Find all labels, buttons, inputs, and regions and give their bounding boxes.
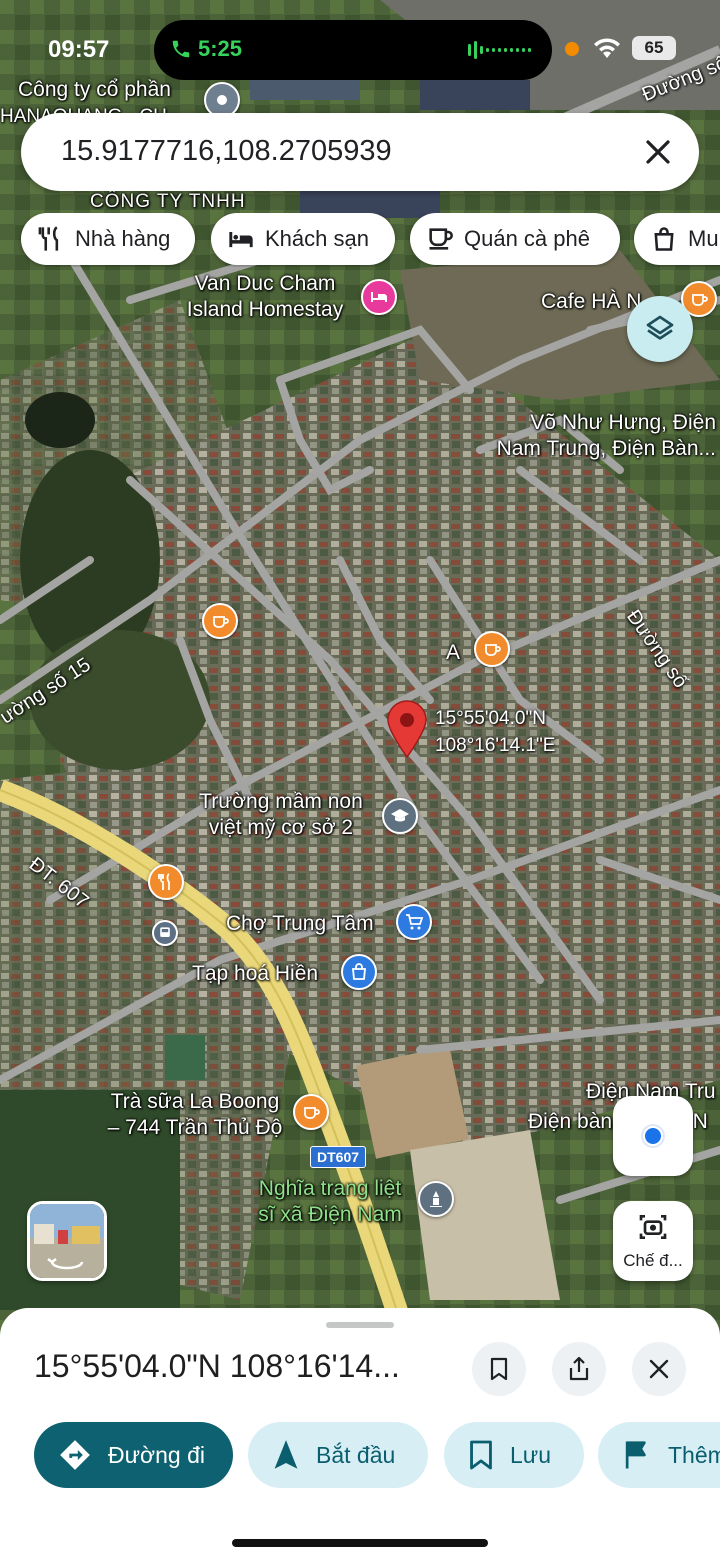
memorial-marker-icon[interactable] xyxy=(418,1181,454,1217)
coffee-cup-icon xyxy=(213,616,229,628)
directions-icon xyxy=(60,1440,90,1470)
shopping-cart-marker-icon[interactable] xyxy=(396,904,432,940)
audio-waveform-icon xyxy=(468,41,531,59)
chip-label: Mu xyxy=(688,226,719,251)
coffee-icon xyxy=(429,228,453,250)
recording-indicator xyxy=(565,42,579,56)
map-label-cho-trung-tam[interactable]: Chợ Trung Tâm xyxy=(226,911,374,937)
coffee-cup-icon xyxy=(485,644,501,656)
search-query[interactable]: 15.9177716,108.2705939 xyxy=(61,135,392,168)
route-shield-dt607: DT607 xyxy=(310,1146,367,1168)
action-buttons-row: Đường đi Bắt đầu Lưu Thêm xyxy=(0,1422,720,1492)
chip-label: Quán cà phê xyxy=(464,226,590,251)
phone-icon xyxy=(172,40,190,58)
sheet-drag-handle[interactable] xyxy=(326,1322,394,1328)
wifi-icon xyxy=(594,38,620,58)
cafe-marker-icon[interactable] xyxy=(474,631,510,667)
cafe-marker-icon[interactable] xyxy=(293,1094,329,1130)
my-location-button[interactable] xyxy=(613,1096,693,1176)
layers-icon xyxy=(646,315,674,340)
call-duration: 5:25 xyxy=(198,36,243,61)
chip-label: Nhà hàng xyxy=(75,226,171,251)
chip-cafes[interactable]: Quán cà phê xyxy=(410,213,620,265)
map-label-cong-ty-co-phan[interactable]: Công ty cổ phần xyxy=(18,77,171,103)
fork-knife-icon xyxy=(38,226,59,251)
shopping-bag-icon xyxy=(352,963,366,980)
search-bar[interactable]: 15.9177716,108.2705939 xyxy=(21,113,699,191)
start-navigation-button[interactable]: Bắt đầu xyxy=(248,1422,428,1488)
chip-hotels[interactable]: Khách sạn xyxy=(211,213,395,265)
close-sheet-button[interactable] xyxy=(632,1342,686,1396)
save-bookmark-button[interactable] xyxy=(472,1342,526,1396)
close-icon[interactable] xyxy=(643,137,673,167)
camera-lens-icon xyxy=(639,1215,667,1239)
fork-knife-icon xyxy=(158,873,170,890)
dot-icon xyxy=(217,95,227,105)
bus-icon xyxy=(160,927,170,937)
coffee-cup-icon xyxy=(692,294,708,306)
status-time: 09:57 xyxy=(48,36,110,63)
cart-icon xyxy=(406,914,424,930)
directions-label: Đường đi xyxy=(108,1441,205,1468)
bus-stop-icon[interactable] xyxy=(152,920,178,946)
save-button[interactable]: Lưu xyxy=(444,1422,584,1488)
hotel-marker-icon[interactable] xyxy=(361,279,397,315)
map-label-cong-ty-tnhh[interactable]: CÔNG TY TNHH xyxy=(90,189,246,215)
location-dot-icon xyxy=(641,1124,665,1148)
dropped-pin-icon[interactable] xyxy=(385,699,429,759)
share-button[interactable] xyxy=(552,1342,606,1396)
map-label-vo-nhu-hung[interactable]: Võ Như Hưng, Điện Nam Trung, Điện Bàn... xyxy=(466,410,716,462)
street-view-thumbnail[interactable] xyxy=(27,1201,107,1281)
coffee-cup-icon xyxy=(304,1107,320,1119)
bookmark-icon xyxy=(470,1440,492,1470)
close-icon xyxy=(649,1359,669,1379)
dynamic-island-call[interactable]: 5:25 xyxy=(154,20,552,80)
school-marker-icon[interactable] xyxy=(382,798,418,834)
battery-indicator: 65 xyxy=(632,36,676,60)
category-chips: Nhà hàng Khách sạn Quán cà phê Mu xyxy=(0,213,720,267)
directions-button[interactable]: Đường đi xyxy=(34,1422,233,1488)
flag-icon xyxy=(625,1441,646,1469)
bed-icon xyxy=(229,232,253,248)
more-label: Thêm xyxy=(668,1441,720,1468)
map-label-nghia-trang[interactable]: Nghĩa trang liệt sĩ xã Điện Nam xyxy=(240,1176,420,1228)
map-label-a[interactable]: A xyxy=(446,640,460,666)
map-label-truong-mam-non[interactable]: Trường mầm non việt mỹ cơ sở 2 xyxy=(186,789,376,841)
more-button[interactable]: Thêm xyxy=(598,1422,720,1488)
chip-shopping[interactable]: Mu xyxy=(634,213,720,265)
street-view-image xyxy=(30,1204,104,1278)
pin-coordinates-label: 15°55'04.0"N 108°16'14.1"E xyxy=(435,708,556,756)
camera-mode-label: Chế đ... xyxy=(623,1251,683,1270)
monument-icon xyxy=(430,1191,442,1207)
navigation-arrow-icon xyxy=(274,1440,298,1469)
shopping-bag-icon xyxy=(654,227,674,251)
chip-restaurants[interactable]: Nhà hàng xyxy=(21,213,195,265)
share-icon xyxy=(569,1356,589,1381)
start-label: Bắt đầu xyxy=(316,1441,396,1468)
restaurant-marker-icon[interactable] xyxy=(148,864,184,900)
shopping-bag-marker-icon[interactable] xyxy=(341,954,377,990)
map-label-tap-hoa-hien[interactable]: Tạp hoá Hiền xyxy=(192,961,318,987)
place-bottom-sheet[interactable]: 15°55'04.0"N 108°16'14... Đường đi Bắt đ… xyxy=(0,1308,720,1560)
chip-label: Khách sạn xyxy=(265,226,369,251)
bookmark-icon xyxy=(490,1357,508,1381)
save-label: Lưu xyxy=(510,1441,551,1468)
map-label-tra-sua[interactable]: Trà sữa La Boong – 744 Trần Thủ Độ xyxy=(100,1089,290,1141)
cafe-marker-icon[interactable] xyxy=(202,603,238,639)
layers-button[interactable] xyxy=(627,296,693,362)
home-indicator[interactable] xyxy=(232,1539,488,1547)
graduation-cap-icon xyxy=(391,809,409,822)
place-title: 15°55'04.0"N 108°16'14... xyxy=(34,1348,400,1384)
camera-mode-button[interactable]: Chế đ... xyxy=(613,1201,693,1281)
bed-icon xyxy=(371,292,387,302)
map-label-van-duc-cham[interactable]: Van Duc Cham Island Homestay xyxy=(170,271,360,323)
